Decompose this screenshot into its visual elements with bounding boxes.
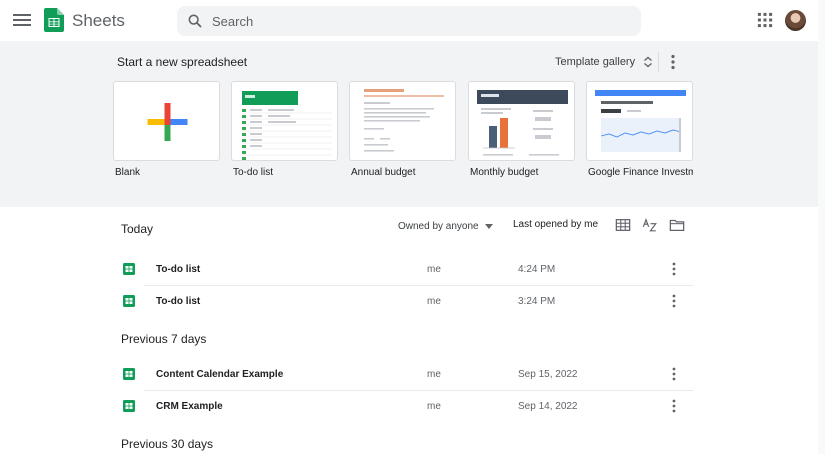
search-icon[interactable] [187,13,203,29]
grid-view-icon[interactable] [615,217,631,233]
owner-filter-dropdown[interactable]: Owned by anyone [398,219,493,233]
file-row[interactable]: To-do list me 4:24 PM [113,254,693,286]
file-name: To-do list [156,296,201,307]
sheets-file-icon [123,368,135,380]
template-blank[interactable]: Blank [113,81,220,178]
file-name: Content Calendar Example [156,369,284,380]
file-owner: me [427,369,441,380]
template-todo-list[interactable]: To-do list [231,81,338,178]
file-row[interactable]: Content Calendar Example me Sep 15, 2022 [113,359,693,391]
sheets-file-icon [123,263,135,275]
template-gallery-label: Template gallery [555,56,636,68]
file-date: Sep 15, 2022 [518,369,578,380]
template-label: Blank [115,167,141,178]
list-section-title: Today [121,222,154,236]
file-name: To-do list [156,264,201,275]
more-vert-icon[interactable] [668,293,680,309]
finance-preview-image [595,90,686,152]
file-owner: me [427,264,441,275]
template-gallery-button[interactable]: Template gallery [549,50,659,74]
file-row[interactable]: CRM Example me Sep 14, 2022 [113,391,693,423]
menu-icon[interactable] [10,8,34,32]
file-owner: me [427,296,441,307]
template-label: Monthly budget [470,167,539,178]
plus-icon [147,103,188,141]
gallery-title: Start a new spreadsheet [117,55,248,69]
template-label: To-do list [233,167,274,178]
file-date: 3:24 PM [518,296,556,307]
section-heading: Previous 30 days [121,437,214,451]
sort-az-icon[interactable] [642,217,658,233]
template-thumbnail [231,81,338,161]
todo-preview-image [242,91,332,160]
file-owner: me [427,401,441,412]
file-name: CRM Example [156,401,223,412]
app-name[interactable]: Sheets [72,11,125,31]
monthly-budget-preview-image [477,90,568,156]
dropdown-arrow-icon [484,223,493,229]
unfold-icon [644,56,653,68]
top-bar: Sheets [0,0,818,41]
more-vert-icon[interactable] [668,366,680,382]
file-date: 4:24 PM [518,264,556,275]
owner-filter-label: Owned by anyone [398,220,479,232]
search-box[interactable] [177,6,641,36]
scrollbar[interactable] [818,0,825,454]
template-annual-budget[interactable]: Annual budget [349,81,456,178]
file-row[interactable]: To-do list me 3:24 PM [113,286,693,318]
account-avatar[interactable] [785,10,806,31]
more-vert-icon[interactable] [668,261,680,277]
search-input[interactable] [212,10,612,32]
more-vert-icon[interactable] [668,398,680,414]
section-heading: Previous 7 days [121,332,207,346]
template-label: Google Finance Investment [588,167,693,178]
template-label: Annual budget [351,167,416,178]
template-thumbnail [586,81,693,161]
template-google-finance[interactable]: Google Finance Investment [586,81,693,178]
template-thumbnail [468,81,575,161]
folder-icon[interactable] [669,217,685,233]
template-monthly-budget[interactable]: Monthly budget [468,81,575,178]
template-thumbnail [113,81,220,161]
file-date: Sep 14, 2022 [518,401,578,412]
apps-grid-icon[interactable] [757,12,773,28]
template-thumbnail [349,81,456,161]
sort-dropdown[interactable]: Last opened by me [513,219,598,230]
more-vert-icon[interactable] [666,53,680,71]
sheets-file-icon [123,400,135,412]
sheets-file-icon [123,295,135,307]
toolbar-divider [658,52,659,72]
template-gallery-section: Start a new spreadsheet Template gallery… [0,41,818,207]
annual-budget-preview-image [364,89,444,152]
sheets-logo-icon[interactable] [44,8,64,32]
